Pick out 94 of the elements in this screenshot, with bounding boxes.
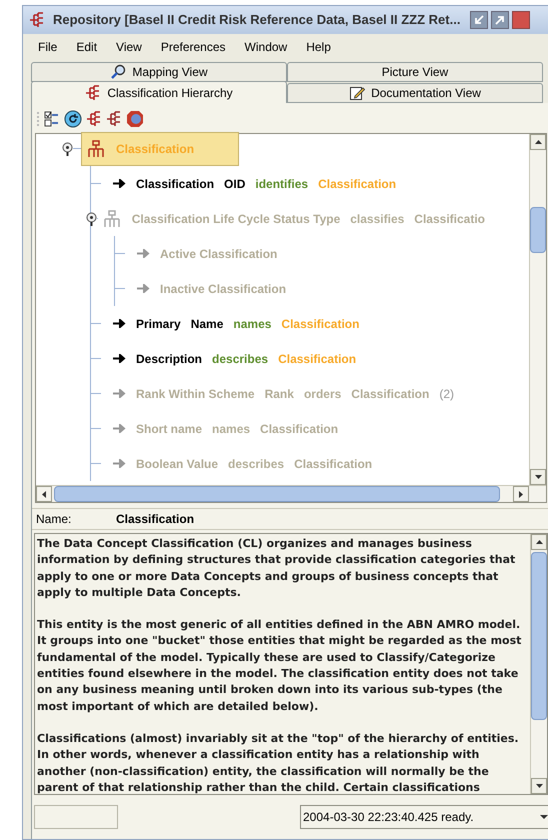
name-label: Name: <box>36 511 72 528</box>
node-label: Active Classification <box>160 246 278 262</box>
vertical-scrollbar[interactable] <box>530 534 547 794</box>
tree-node[interactable]: Description describes Classification <box>101 341 356 376</box>
arrow-icon <box>113 354 126 363</box>
tab[interactable]: Mapping View <box>31 62 287 82</box>
expand-handle[interactable] <box>62 142 73 156</box>
tree-node[interactable]: Primary Name names Classification <box>101 306 360 341</box>
scroll-left-button[interactable] <box>36 486 52 502</box>
scroll-thumb[interactable] <box>54 486 500 502</box>
node-label: Classificatio <box>414 210 485 228</box>
arrow-icon <box>113 424 126 433</box>
node-label: OID <box>224 176 246 192</box>
octagon-icon[interactable] <box>126 110 144 128</box>
vertical-scrollbar[interactable] <box>529 134 546 485</box>
menu-item[interactable]: Edit <box>76 38 98 56</box>
hierarchy-icon <box>86 111 102 127</box>
maximize-button[interactable] <box>491 11 510 29</box>
node-label: Description <box>136 350 202 368</box>
node-label: classifies <box>350 210 404 228</box>
node-label: describes <box>212 350 268 368</box>
tab[interactable]: Classification Hierarchy <box>31 81 287 103</box>
menu-item[interactable]: Window <box>244 38 288 56</box>
arrow-icon <box>113 179 126 188</box>
status-field[interactable]: 2004-03-30 22:23:40.425 ready. <box>300 805 548 829</box>
menu-item[interactable]: Preferences <box>160 38 226 56</box>
tab[interactable]: Documentation View <box>287 83 543 103</box>
close-button[interactable] <box>512 11 530 29</box>
down-arrow-icon <box>534 475 542 479</box>
checklist-icon[interactable] <box>44 111 60 127</box>
node-label: (2) <box>439 386 454 402</box>
horizontal-scrollbar[interactable] <box>36 485 546 502</box>
refresh-icon[interactable] <box>64 110 82 128</box>
up-arrow-icon <box>534 140 542 144</box>
scroll-thumb[interactable] <box>530 207 546 253</box>
grip-icon <box>36 111 40 127</box>
node-label: Classification <box>318 176 396 192</box>
org-chart-icon <box>86 140 106 158</box>
node-label: describes <box>228 456 284 472</box>
description-paragraph: Classifications (almost) invariably sit at the "top" of the hierarchy of entities. In other words, whenever a classification entity has a relationship with another (non-classification) entity, the classification will normally be the parent of that relationship rather than the child. Certain classifications <box>37 730 520 794</box>
description-paragraph: The Data Concept Classification (CL) organizes and manages business information by defining structures that provide classification categories that apply to one or more Data Concepts and groups of business concepts that apply to multiple Data Concepts. <box>37 536 516 601</box>
app-icon <box>29 12 45 28</box>
node-label: Classification <box>278 350 356 368</box>
node-label: Rank Within Scheme <box>136 386 255 402</box>
arrow-icon <box>113 319 126 328</box>
left-arrow-icon <box>42 490 46 498</box>
node-label: Name <box>190 316 224 332</box>
minimize-button[interactable] <box>470 11 488 29</box>
search-icon <box>110 64 126 80</box>
status-message: 2004-03-30 22:23:40.425 ready. <box>303 809 475 826</box>
minimize-icon <box>474 15 484 25</box>
node-label: identifies <box>255 176 308 192</box>
edit-icon <box>349 85 366 101</box>
node-label: names <box>212 420 250 438</box>
arrow-icon <box>113 459 126 468</box>
description-paragraph: This entity is the most generic of all entities defined in the ABN AMRO model. It groups into one "bucket" those entities that might be regarded as the most fundamental of the model. Typically these are used to Classify/Categorize entities found elsewhere in the model. The classification entity does not take on any business meaning until broken down into its various sub-types (the most important of which are detailed below). <box>37 617 522 715</box>
hierarchy-icon <box>106 111 122 127</box>
node-label: Primary <box>136 316 181 332</box>
menu-item[interactable]: File <box>38 38 58 56</box>
scroll-right-button[interactable] <box>513 486 529 502</box>
org-chart-icon <box>102 210 122 228</box>
hierarchy-icon <box>85 84 102 100</box>
menu-item[interactable]: Help <box>306 38 331 56</box>
window-title: Repository [Basel II Credit Risk Reference Data, Basel II ZZZ Ret... <box>53 11 460 30</box>
up-arrow-icon <box>536 540 542 544</box>
node-label: Boolean Value <box>136 456 218 472</box>
right-arrow-icon <box>519 490 523 498</box>
node-label: Classification <box>351 386 430 402</box>
node-label: Short name <box>136 420 202 438</box>
node-label: Classification <box>281 316 360 332</box>
expand-handle[interactable] <box>86 212 97 226</box>
down-arrow-icon <box>536 784 542 788</box>
node-label: Rank <box>264 386 294 402</box>
node-label: orders <box>304 386 342 402</box>
node-label: Classification <box>294 456 372 472</box>
node-label: Classification <box>136 176 214 192</box>
scroll-down-button[interactable] <box>531 778 547 794</box>
scroll-thumb[interactable] <box>531 552 547 720</box>
arrow-icon <box>113 389 126 398</box>
tab[interactable]: Picture View <box>287 62 543 82</box>
scroll-up-button[interactable] <box>531 534 547 550</box>
arrow-icon <box>137 284 150 293</box>
scroll-up-button[interactable] <box>530 134 546 150</box>
node-label: Inactive Classification <box>160 280 286 298</box>
node-label: Classification <box>260 420 338 438</box>
maximize-icon <box>495 15 506 25</box>
node-label: Classification <box>116 140 194 158</box>
tree-node[interactable]: Classification OID identifies Classification <box>101 166 396 201</box>
node-label: names <box>233 316 272 332</box>
arrow-icon <box>137 249 150 258</box>
scroll-down-button[interactable] <box>530 469 546 485</box>
node-label: Classification Life Cycle Status Type <box>132 210 340 228</box>
name-value: Classification <box>116 511 194 528</box>
menu-item[interactable]: View <box>116 38 142 56</box>
